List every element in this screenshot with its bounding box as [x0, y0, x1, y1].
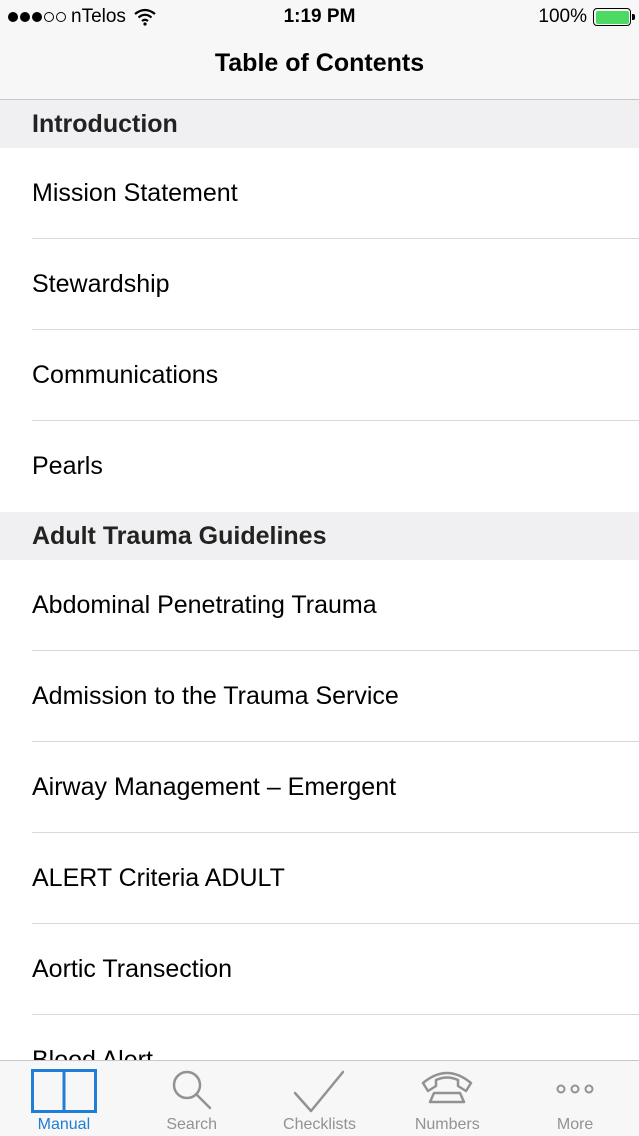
more-icon — [556, 1084, 594, 1094]
list-item[interactable]: Admission to the Trauma Service — [0, 651, 639, 742]
list-item[interactable]: Pearls — [0, 421, 639, 512]
tab-manual[interactable]: Manual — [0, 1061, 128, 1136]
tab-more[interactable]: More — [511, 1061, 639, 1136]
list-item[interactable]: Abdominal Penetrating Trauma — [0, 560, 639, 651]
list-item[interactable]: Communications — [0, 330, 639, 421]
tab-label: Search — [166, 1116, 218, 1133]
battery-percent: 100% — [538, 6, 587, 27]
checkmark-icon — [294, 1070, 345, 1113]
status-bar: nTelos 1:19 PM 100% — [0, 0, 639, 34]
list-item[interactable]: ALERT Criteria ADULT — [0, 833, 639, 924]
battery-icon — [593, 8, 635, 26]
tab-label: Checklists — [283, 1116, 356, 1133]
tab-label: More — [556, 1116, 594, 1133]
table-of-contents-list[interactable]: Introduction Mission Statement Stewardsh… — [0, 100, 639, 1060]
phone-icon — [422, 1071, 473, 1104]
page-title: Table of Contents — [214, 49, 425, 77]
list-item[interactable]: Aortic Transection — [0, 924, 639, 1015]
battery-tip — [632, 14, 635, 20]
battery-fill — [595, 10, 629, 24]
tab-bar: Manual Search Checklists Numbers More — [0, 1060, 639, 1136]
section-header-introduction: Introduction — [0, 100, 639, 148]
list-item[interactable]: Mission Statement — [0, 148, 639, 239]
list-item[interactable]: Blood Alert — [0, 1015, 639, 1060]
navigation-bar: Table of Contents — [0, 34, 639, 100]
tab-label: Manual — [37, 1116, 91, 1133]
book-icon — [30, 1069, 97, 1113]
tab-search[interactable]: Search — [128, 1061, 256, 1136]
status-right: 100% — [538, 6, 635, 28]
list-item[interactable]: Airway Management – Emergent — [0, 742, 639, 833]
section-header-adult-trauma-guidelines: Adult Trauma Guidelines — [0, 512, 639, 560]
tab-label: Numbers — [414, 1116, 480, 1133]
search-icon — [172, 1070, 211, 1110]
tab-checklists[interactable]: Checklists — [256, 1061, 384, 1136]
list-item[interactable]: Stewardship — [0, 239, 639, 330]
tab-numbers[interactable]: Numbers — [383, 1061, 511, 1136]
